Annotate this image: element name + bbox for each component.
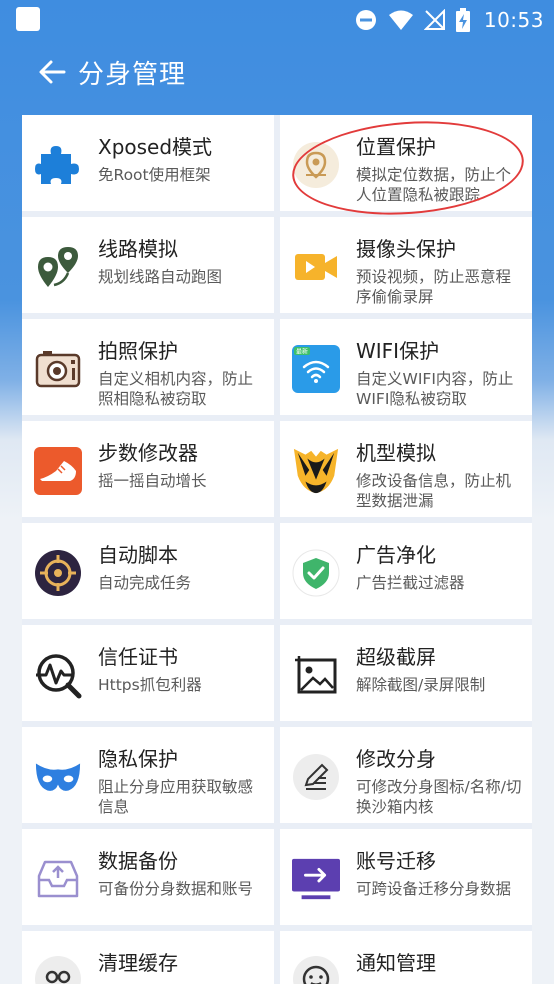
feature-card-screenshot[interactable]: 超级截屏 解除截图/录屏限制 [280,625,532,721]
target-icon [34,549,82,597]
feature-desc: 解除截图/录屏限制 [356,676,486,694]
shield-check-icon [292,549,340,597]
feature-desc: 预设视频，防止恶意程序偷偷录屏 [356,268,512,306]
feature-name: 线路模拟 [98,237,178,261]
broom-icon [34,955,82,984]
shoe-icon [34,447,82,495]
feature-name: Xposed模式 [98,135,213,159]
feature-name: WIFI保护 [356,339,440,363]
back-button[interactable] [32,52,72,92]
feature-name: 信任证书 [98,645,178,669]
feature-name: 修改分身 [356,747,436,771]
feature-desc: 修改设备信息，防止机型数据泄漏 [356,472,512,510]
feature-card-script[interactable]: 自动脚本 自动完成任务 [22,523,274,619]
feature-desc: 广告拦截过滤器 [356,574,465,592]
feature-card-route[interactable]: 线路模拟 规划线路自动跑图 [22,217,274,313]
feature-card-location[interactable]: 位置保护 模拟定位数据，防止个人位置隐私被跟踪 [280,115,532,211]
video-camera-icon [292,243,340,291]
arrow-left-icon [39,60,66,84]
puzzle-icon [34,141,82,189]
feature-card-camera-protect[interactable]: 摄像头保护 预设视频，防止恶意程序偷偷录屏 [280,217,532,313]
feature-name: 隐私保护 [98,747,178,771]
feature-desc: 可备份分身数据和账号 [98,880,254,898]
feature-name: 账号迁移 [356,849,436,873]
feature-card-cert[interactable]: 信任证书 Https抓包利器 [22,625,274,721]
inbox-icon [34,855,82,903]
no-signal-icon [423,9,446,31]
feature-desc: 规划线路自动跑图 [98,268,223,286]
camera-icon [34,345,82,393]
feature-name: 摄像头保护 [356,237,456,261]
app-notification-icon [16,7,40,31]
status-bar: 10:53 [0,0,554,40]
feature-desc: Https抓包利器 [98,676,202,694]
feature-grid: Xposed模式 免Root使用框架 位置保护 模拟定位数据，防止个人位置隐私被… [22,115,532,984]
feature-name: 清理缓存 [98,951,178,975]
feature-card-wifi[interactable]: 最新 WIFI保护 自定义WIFI内容，防止WIFI隐私被窃取 [280,319,532,415]
location-pin-icon [292,141,340,189]
feature-desc: 可修改分身图标/名称/切换沙箱内核 [356,778,522,816]
feature-desc: 可跨设备迁移分身数据 [356,880,512,898]
eye-mask-icon [34,753,82,801]
wifi-signal-icon [388,9,414,31]
feature-name: 超级截屏 [356,645,436,669]
status-time: 10:53 [483,8,544,32]
battery-charging-icon [455,8,470,32]
feature-name: 拍照保护 [98,339,178,363]
feature-card-steps[interactable]: 步数修改器 摇一摇自动增长 [22,421,274,517]
wifi-badge: 最新 [296,348,308,356]
feature-card-migrate[interactable]: 账号迁移 可跨设备迁移分身数据 [280,829,532,925]
transfer-icon [292,855,340,903]
feature-card-clear-cache[interactable]: 清理缓存 [22,931,274,984]
feature-name: 机型模拟 [356,441,436,465]
feature-name: 数据备份 [98,849,178,873]
feature-desc: 自定义相机内容，防止照相隐私被窃取 [98,370,254,408]
feature-card-privacy[interactable]: 隐私保护 阻止分身应用获取敏感信息 [22,727,274,823]
pulse-search-icon [34,651,82,699]
feature-card-photo[interactable]: 拍照保护 自定义相机内容，防止照相隐私被窃取 [22,319,274,415]
feature-desc: 摇一摇自动增长 [98,472,207,490]
feature-card-notifications[interactable]: 通知管理 [280,931,532,984]
feature-card-backup[interactable]: 数据备份 可备份分身数据和账号 [22,829,274,925]
edit-icon [292,753,340,801]
feature-card-adblock[interactable]: 广告净化 广告拦截过滤器 [280,523,532,619]
do-not-disturb-icon [354,8,378,32]
feature-card-device[interactable]: 机型模拟 修改设备信息，防止机型数据泄漏 [280,421,532,517]
route-pins-icon [34,243,82,291]
image-frame-icon [292,651,340,699]
feature-desc: 自动完成任务 [98,574,192,592]
feature-name: 位置保护 [356,135,436,159]
wifi-icon: 最新 [292,345,340,393]
feature-name: 步数修改器 [98,441,198,465]
mask-face-icon [292,447,340,495]
chat-icon [292,955,340,984]
feature-desc: 免Root使用框架 [98,166,211,184]
feature-card-xposed[interactable]: Xposed模式 免Root使用框架 [22,115,274,211]
feature-card-edit-clone[interactable]: 修改分身 可修改分身图标/名称/切换沙箱内核 [280,727,532,823]
feature-desc: 阻止分身应用获取敏感信息 [98,778,254,816]
feature-name: 广告净化 [356,543,436,567]
feature-name: 自动脚本 [98,543,178,567]
feature-desc: 模拟定位数据，防止个人位置隐私被跟踪 [356,166,512,204]
app-bar: 分身管理 [0,44,554,100]
page-title: 分身管理 [78,59,187,90]
feature-desc: 自定义WIFI内容，防止WIFI隐私被窃取 [356,370,514,408]
feature-name: 通知管理 [356,951,436,975]
